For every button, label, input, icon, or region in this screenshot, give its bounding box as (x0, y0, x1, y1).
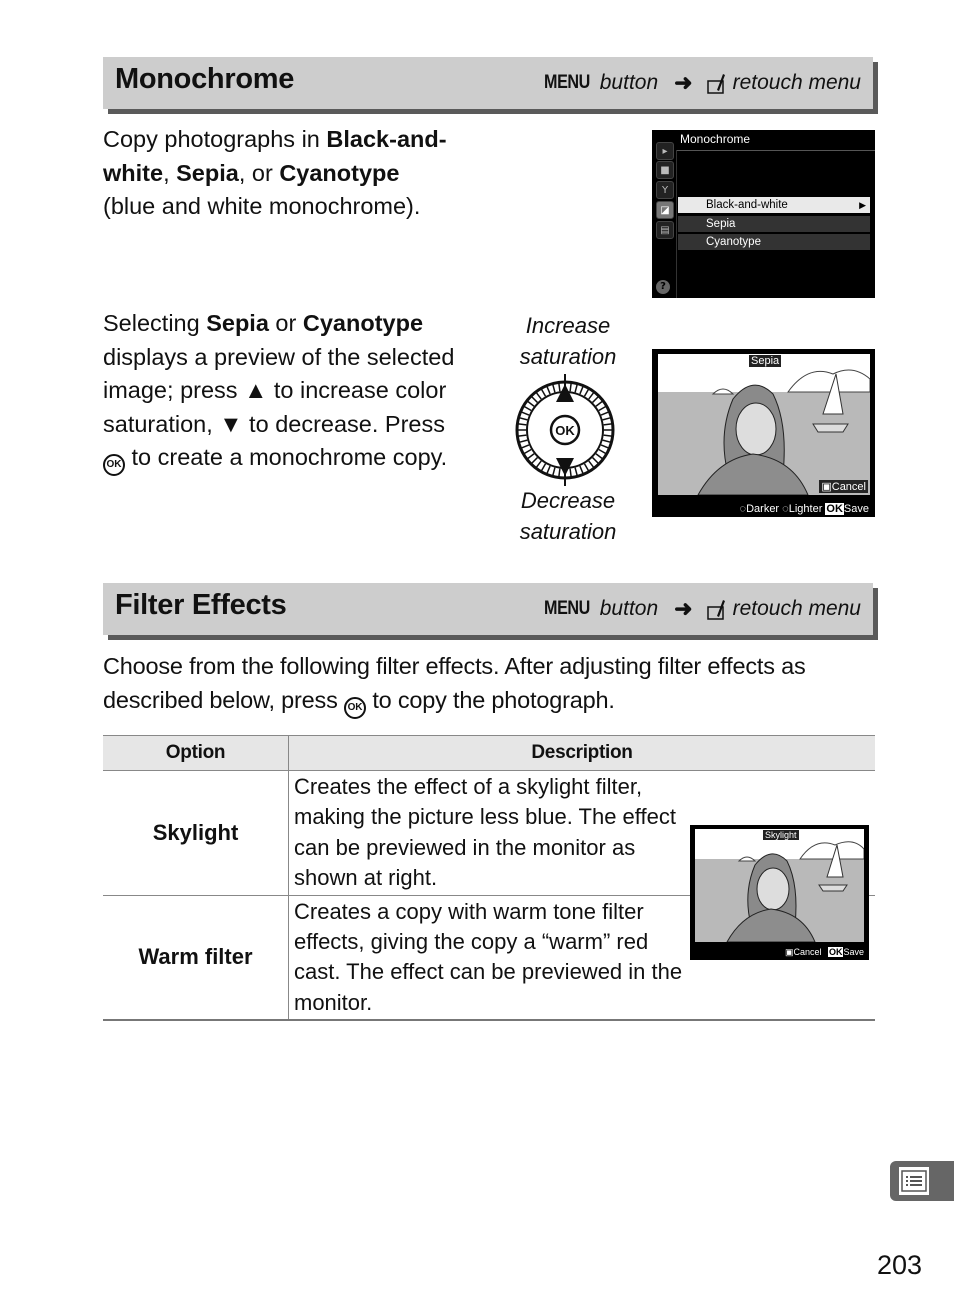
dial-tick (569, 383, 572, 392)
column-header-description: Description (288, 735, 875, 771)
button-word: button (599, 597, 659, 620)
menu-button-label: MENU (543, 72, 590, 93)
camera-menu-screen: Monochrome ▸ ■ Y ◪ ▤ Black-and-white ▶ S… (652, 130, 875, 298)
retouch-icon: ◪ (656, 201, 674, 219)
camera-icon: ■ (656, 161, 674, 179)
decrease-saturation-label: Decrease saturation (519, 488, 617, 544)
down-arrow-icon: ▼ (219, 410, 243, 437)
option-sepia: Sepia (206, 310, 269, 336)
chevron-right-icon: ▶ (859, 200, 866, 210)
recent-settings-icon: ▤ (656, 221, 674, 239)
menu-item-label: Cyanotype (706, 236, 761, 248)
divider (676, 150, 875, 151)
section-title: Filter Effects (115, 589, 287, 621)
dial-tick (603, 434, 612, 437)
page-number: 203 (877, 1250, 923, 1280)
text: Selecting (103, 310, 207, 336)
arrow-icon: ➜ (674, 70, 693, 95)
text: or (268, 310, 303, 336)
portrait-illustration (658, 354, 870, 495)
text: Copy photographs in (103, 126, 327, 152)
column-header-option: Option (103, 735, 289, 771)
effect-badge: Sepia (749, 355, 782, 367)
menu-button-label: MENU (543, 598, 590, 619)
menu-item-sepia[interactable]: Sepia (678, 216, 870, 232)
section-header-monochrome: Monochrome MENU button ➜ retouch menu (103, 57, 873, 109)
option-warm-filter: Warm filter (103, 895, 289, 1022)
multi-selector-icon: OK (515, 374, 615, 486)
dial-tick (558, 383, 561, 392)
increase-saturation-label: Increase saturation (519, 313, 617, 369)
menu-list-icon (899, 1167, 929, 1195)
playback-icon: ▣ (821, 481, 832, 493)
menu-screen-title: Monochrome (680, 132, 751, 146)
cancel-label: Cancel (793, 947, 822, 957)
help-icon: ? (656, 280, 670, 294)
option-cyanotype: Cyanotype (302, 310, 424, 336)
dial-tick (518, 423, 527, 426)
dial-tick (603, 423, 612, 426)
ok-label: OK (555, 423, 575, 438)
menu-item-label: Sepia (706, 218, 736, 230)
ok-button-icon: OK (103, 454, 125, 477)
monochrome-instructions: Selecting Sepia or Cyanotype displays a … (103, 307, 473, 477)
menu-item-black-and-white[interactable]: Black-and-white ▶ (678, 197, 870, 213)
darker-label: Darker (746, 503, 780, 515)
dial-tick (569, 468, 572, 477)
option-sepia: Sepia (176, 159, 239, 186)
text: (blue and white monochrome). (103, 193, 421, 220)
section-title: Monochrome (115, 63, 295, 95)
menu-path: MENU button ➜ retouch menu (540, 596, 861, 622)
skylight-preview-screen: Skylight ▣Cancel OKSave (690, 825, 869, 960)
dial-tick (558, 468, 561, 477)
preview-footer: ◌Darker ◌Lighter OKSave (740, 503, 869, 515)
option-skylight: Skylight (103, 770, 289, 896)
divider (676, 150, 677, 298)
preview-photo: Sepia ▣Cancel (658, 354, 870, 495)
save-label: Save (843, 947, 864, 957)
up-arrow-icon: ▲ (244, 377, 268, 404)
monochrome-intro: Copy photographs in Black-and-white, Sep… (103, 123, 453, 224)
menu-path: MENU button ➜ retouch menu (540, 70, 861, 96)
text: to decrease. Press (242, 410, 445, 437)
portrait-illustration (695, 829, 864, 942)
lighter-label: Lighter (788, 503, 823, 515)
option-cyanotype: Cyanotype (279, 159, 400, 186)
table-header-row: Option Description (103, 735, 875, 771)
cancel-label: Cancel (831, 481, 866, 493)
preview-footer: ▣Cancel OKSave (785, 947, 864, 958)
multi-selector-diagram: OK (514, 374, 616, 486)
dial-tick (518, 434, 527, 437)
menu-item-cyanotype[interactable]: Cyanotype (678, 234, 870, 250)
text: to copy the photograph. (365, 686, 615, 713)
retouch-menu-icon (706, 72, 727, 94)
menu-name: retouch menu (732, 597, 861, 620)
menu-name: retouch menu (732, 71, 861, 94)
retouch-menu-icon (706, 598, 727, 620)
text: , (163, 159, 177, 186)
wrench-icon: Y (656, 181, 674, 199)
section-header-filter-effects: Filter Effects MENU button ➜ retouch men… (103, 583, 873, 635)
preview-photo: Skylight (695, 829, 864, 942)
effect-badge: Skylight (763, 830, 799, 840)
ok-icon: OK (827, 947, 844, 957)
sepia-preview-screen: Sepia ▣Cancel ◌Darker ◌Lighter OKSave (652, 349, 875, 517)
menu-item-label: Black-and-white (706, 199, 788, 211)
arrow-icon: ➜ (674, 596, 693, 621)
playback-icon: ▸ (656, 142, 674, 160)
side-tab[interactable] (890, 1161, 954, 1201)
ok-icon: OK (825, 503, 844, 515)
filter-effects-intro: Choose from the following filter effects… (103, 650, 843, 719)
text: to create a monochrome copy. (125, 444, 448, 471)
cancel-button[interactable]: ▣Cancel (819, 480, 868, 493)
ok-button-icon: OK (343, 696, 366, 719)
button-word: button (599, 71, 659, 94)
text: , or (238, 159, 280, 186)
save-label: Save (843, 503, 869, 515)
